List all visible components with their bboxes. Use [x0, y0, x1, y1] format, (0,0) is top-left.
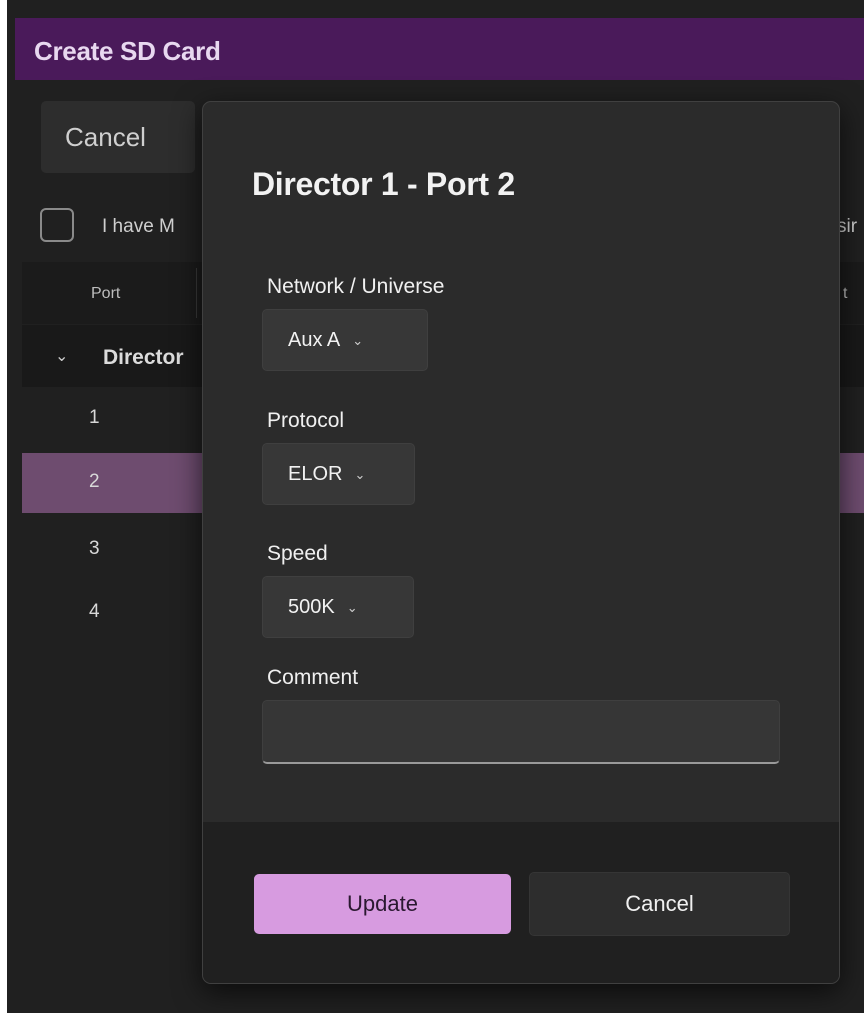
window-title: Create SD Card [34, 36, 221, 66]
column-divider [196, 268, 197, 318]
confirm-checkbox[interactable] [40, 208, 74, 242]
speed-value: 500K [288, 595, 335, 618]
comment-label: Comment [267, 666, 359, 689]
speed-dropdown[interactable]: 500K ⌄ [262, 576, 414, 638]
title-bar: Create SD Card [15, 18, 864, 80]
speed-label: Speed [267, 542, 328, 565]
network-universe-value: Aux A [288, 328, 341, 351]
column-header-right[interactable]: t [843, 285, 847, 303]
port-settings-dialog: Director 1 - Port 2 Network / Universe A… [202, 101, 840, 984]
row-port-number: 4 [89, 601, 100, 622]
dialog-title: Director 1 - Port 2 [252, 166, 515, 202]
column-header-port[interactable]: Port [91, 285, 120, 303]
background-cancel-button[interactable]: Cancel [41, 101, 195, 173]
protocol-label: Protocol [267, 409, 345, 432]
chevron-down-icon[interactable]: ⌄ [55, 346, 68, 366]
row-port-number: 2 [89, 471, 100, 492]
protocol-dropdown[interactable]: ELOR ⌄ [262, 443, 415, 505]
row-port-number: 3 [89, 538, 100, 559]
network-universe-label: Network / Universe [267, 275, 445, 298]
chevron-down-icon: ⌄ [352, 333, 364, 348]
cancel-button[interactable]: Cancel [529, 872, 790, 936]
group-label: Director [103, 346, 184, 369]
row-port-number: 1 [89, 407, 100, 428]
protocol-value: ELOR [288, 462, 343, 485]
chevron-down-icon: ⌄ [346, 600, 358, 615]
confirm-checkbox-label: I have M [102, 216, 175, 237]
update-button[interactable]: Update [254, 874, 511, 934]
confirm-checkbox-label-overflow: sir [837, 216, 858, 237]
comment-input[interactable] [262, 700, 780, 764]
network-universe-dropdown[interactable]: Aux A ⌄ [262, 309, 428, 371]
chevron-down-icon: ⌄ [354, 467, 366, 482]
dialog-footer: Update Cancel [203, 822, 839, 983]
